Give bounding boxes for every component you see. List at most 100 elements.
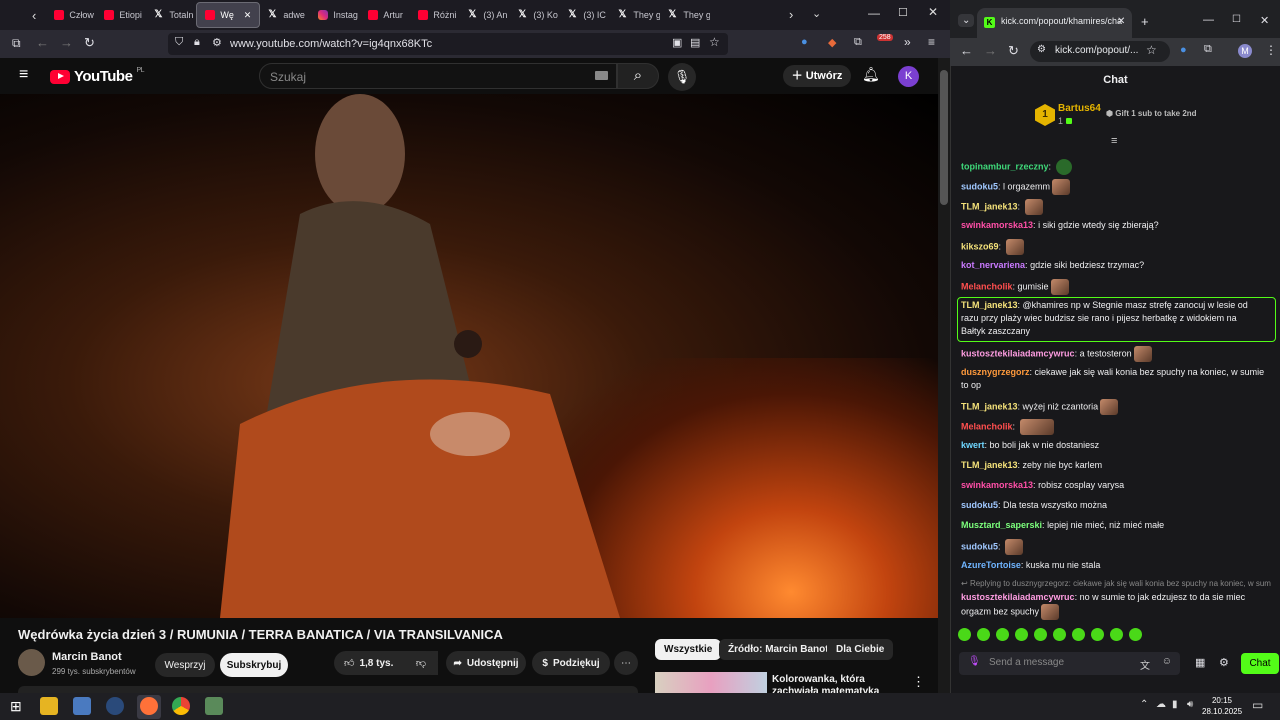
browser-tab[interactable]: Wę ✕ <box>196 2 261 28</box>
browser-tab[interactable]: Człow <box>46 2 96 28</box>
chat-username[interactable]: kwert <box>961 440 985 450</box>
overflow-menu-icon[interactable]: » <box>904 35 911 49</box>
quick-emote-icon[interactable] <box>1091 628 1104 641</box>
chrome-minimize-icon[interactable]: — <box>1203 14 1214 26</box>
chip-for-you[interactable]: Dla Ciebie <box>827 639 894 660</box>
youtube-logo[interactable]: YouTube PL <box>50 67 144 85</box>
chat-message[interactable]: TLM_janek13: <box>961 199 1273 215</box>
description-box[interactable] <box>18 686 638 693</box>
chrome-forward-icon[interactable]: → <box>984 43 997 58</box>
browser-tab[interactable]: 𝕏 They g <box>660 2 710 28</box>
subscribe-button[interactable]: Subskrybuj <box>220 653 288 677</box>
chat-username[interactable]: dusznygrzegorz <box>961 367 1030 377</box>
chat-username[interactable]: swinkamorska13 <box>961 220 1033 230</box>
chat-username[interactable]: kustosztekilaiadamcywruc <box>961 348 1075 358</box>
quick-emote-icon[interactable] <box>1015 628 1028 641</box>
chat-username[interactable]: Musztard_saperski <box>961 520 1042 530</box>
calculator-icon[interactable] <box>205 697 223 715</box>
guide-menu-icon[interactable]: ≡ <box>19 66 28 84</box>
chat-message[interactable]: TLM_janek13: @khamires np w Stegnie masz… <box>961 299 1261 338</box>
channel-name[interactable]: Marcin Banot <box>52 651 122 663</box>
forward-icon[interactable]: → <box>60 35 73 50</box>
chat-message[interactable]: topinambur_rzeczny: <box>961 159 1273 175</box>
search-input[interactable]: Szukaj <box>259 63 617 89</box>
quick-emote-icon[interactable] <box>958 628 971 641</box>
chrome-back-icon[interactable]: ← <box>960 43 973 58</box>
chat-message[interactable]: TLM_janek13: zeby nie byc karlem <box>961 459 1273 472</box>
close-window-icon[interactable]: ✕ <box>928 5 938 19</box>
cloud-icon[interactable]: ☁ <box>1156 699 1166 710</box>
picture-in-picture-icon[interactable]: ▣ <box>672 36 682 49</box>
chrome-bookmark-icon[interactable]: ☆ <box>1146 43 1157 57</box>
tab-search-icon[interactable]: ⌄ <box>958 14 975 27</box>
rec-more-icon[interactable]: ⋮ <box>912 674 925 690</box>
chrome-profile-avatar[interactable]: M <box>1238 44 1252 58</box>
chat-username[interactable]: topinambur_rzeczny <box>961 161 1049 171</box>
chrome-extension-icon[interactable]: ● <box>1180 44 1187 56</box>
chrome-maximize-icon[interactable]: ☐ <box>1232 14 1241 25</box>
chat-username[interactable]: kustosztekilaiadamcywruc <box>961 592 1075 602</box>
new-tab-icon[interactable]: + <box>1141 14 1149 29</box>
chat-message-input[interactable]: 🎙︎ Send a message 文 ☺ <box>959 652 1180 675</box>
chip-source[interactable]: Źródło: Marcin Banot <box>719 639 838 660</box>
maximize-icon[interactable]: ☐ <box>898 6 908 19</box>
steam-icon[interactable] <box>106 697 124 715</box>
chat-message[interactable]: dusznygrzegorz: ciekawe jak się wali kon… <box>961 366 1273 392</box>
file-explorer-icon[interactable] <box>40 697 58 715</box>
channel-avatar[interactable] <box>18 649 45 676</box>
chat-username[interactable]: TLM_janek13 <box>961 201 1018 211</box>
chat-message[interactable]: Melancholik: gumisie <box>961 279 1273 295</box>
browser-tab[interactable]: 𝕏adwe <box>260 2 310 28</box>
quick-emote-icon[interactable] <box>1034 628 1047 641</box>
quick-emote-icon[interactable] <box>1053 628 1066 641</box>
emoji-icon[interactable]: ☺ <box>1162 656 1172 667</box>
page-scrollbar[interactable] <box>938 58 950 693</box>
chrome-extensions-icon[interactable]: ⧉ <box>1204 43 1212 56</box>
quick-emote-icon[interactable] <box>996 628 1009 641</box>
video-player[interactable] <box>0 94 938 618</box>
dislike-button[interactable]: 👎︎ <box>404 651 438 675</box>
recommended-thumbnail[interactable] <box>655 672 767 693</box>
chat-username[interactable]: Melancholik <box>961 421 1013 431</box>
chrome-icon[interactable] <box>172 697 190 715</box>
sidebar-icon[interactable]: ⧉ <box>12 36 21 51</box>
permissions-icon[interactable]: ⚙ <box>212 36 222 49</box>
chat-username[interactable]: sudoku5 <box>961 541 998 551</box>
browser-tab[interactable]: Etiopi <box>96 2 146 28</box>
computer-icon[interactable] <box>73 697 91 715</box>
chat-settings-icon[interactable]: ⚙ <box>1219 656 1229 669</box>
quick-emote-icon[interactable] <box>977 628 990 641</box>
chat-username[interactable]: kikszo69 <box>961 241 999 251</box>
close-tab-icon[interactable]: ✕ <box>1117 16 1125 27</box>
minimize-icon[interactable]: — <box>868 6 880 20</box>
taskbar-clock[interactable]: 20:15 28.10.2025 <box>1202 695 1242 717</box>
microphone-icon[interactable]: 🎙︎ <box>968 656 981 667</box>
chat-username[interactable]: TLM_janek13 <box>961 300 1018 310</box>
search-button[interactable]: ⌕ <box>617 63 659 89</box>
chat-username[interactable]: kot_nervariena <box>961 260 1025 270</box>
chat-message-list[interactable]: topinambur_rzeczny: sudoku5: l orgazemm T… <box>955 143 1277 623</box>
chat-message[interactable]: swinkamorska13: i siki gdzie wtedy się z… <box>961 219 1273 232</box>
quick-emote-icon[interactable] <box>1110 628 1123 641</box>
reader-view-icon[interactable]: ▤ <box>690 36 700 49</box>
close-tab-icon[interactable]: ✕ <box>244 10 252 21</box>
keyboard-icon[interactable] <box>595 71 608 80</box>
gift-shop-icon[interactable]: ▦ <box>1195 656 1205 669</box>
windows-start-icon[interactable]: ⊞ <box>10 698 22 715</box>
chat-message[interactable]: sudoku5: l orgazemm <box>961 179 1273 195</box>
browser-tab[interactable]: 𝕏 Totaln <box>146 2 196 28</box>
recommended-title[interactable]: Kolorowanka, która zachwiała matematyką <box>772 674 902 693</box>
hamburger-menu-icon[interactable]: ≡ <box>928 35 935 49</box>
chat-message[interactable]: AzureTortoise: kuska mu nie stala <box>961 559 1273 572</box>
chrome-close-icon[interactable]: ✕ <box>1260 14 1269 27</box>
extension-fox-icon[interactable]: ◆ <box>828 36 836 49</box>
chat-message[interactable]: sudoku5: <box>961 539 1273 555</box>
chat-username[interactable]: AzureTortoise <box>961 560 1021 570</box>
chat-message[interactable]: Musztard_saperski: lepiej nie mieć, niż … <box>961 519 1273 532</box>
chat-message[interactable]: Melancholik: <box>961 419 1273 435</box>
chat-username[interactable]: sudoku5 <box>961 500 998 510</box>
extensions-icon[interactable]: ⧉ <box>854 36 862 49</box>
browser-tab[interactable]: 𝕏 (3) Ko <box>510 2 560 28</box>
more-actions-button[interactable]: ⋯ <box>614 651 638 675</box>
chrome-menu-icon[interactable]: ⋮ <box>1265 43 1277 57</box>
